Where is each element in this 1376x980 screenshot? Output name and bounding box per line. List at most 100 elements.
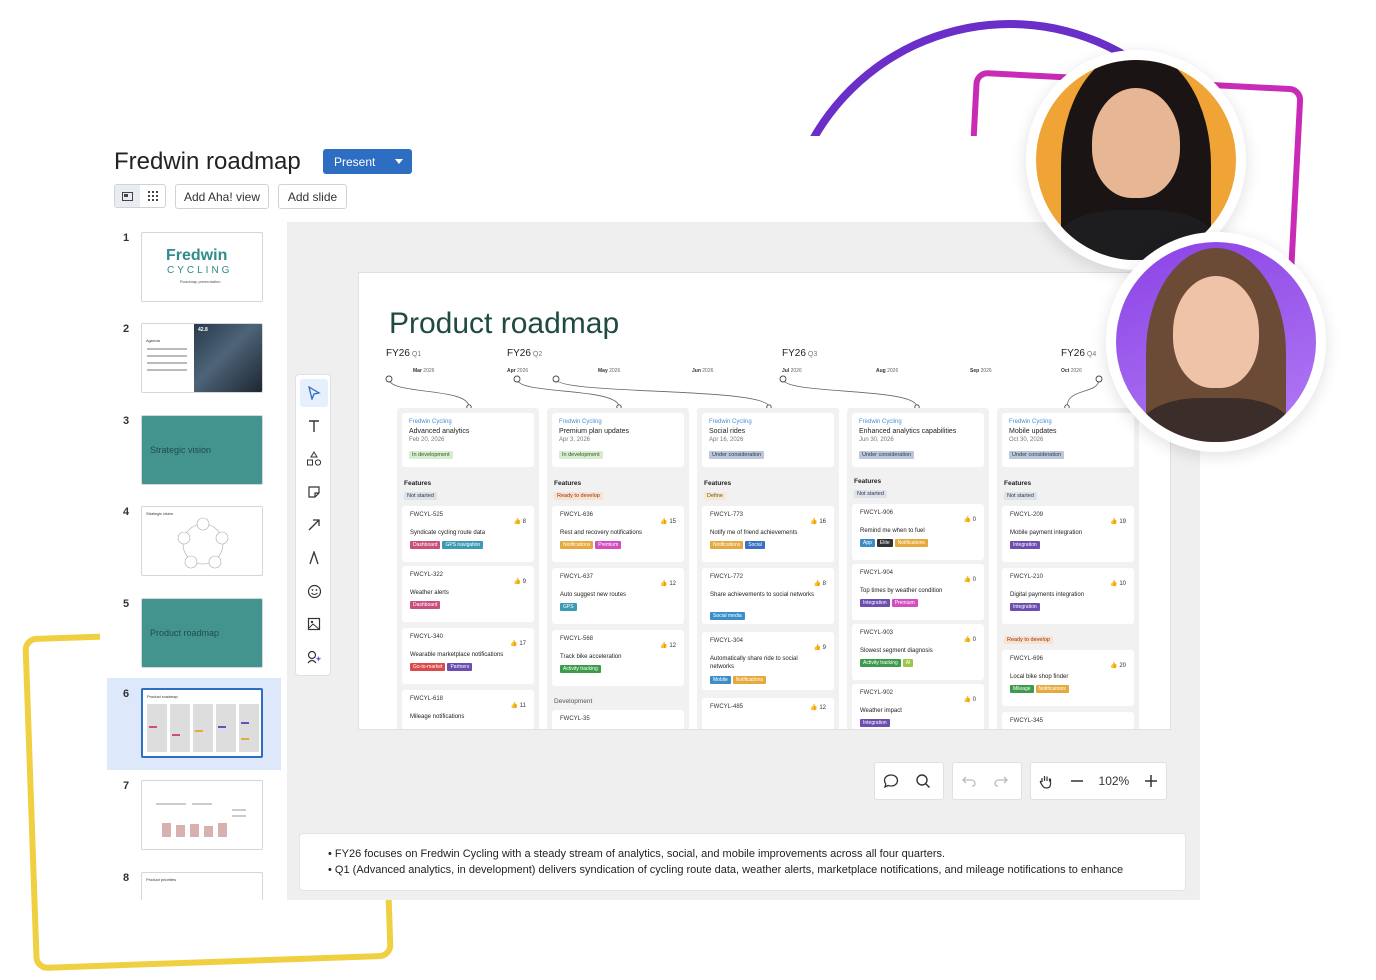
initiative-title: Enhanced analytics capabilities — [859, 428, 957, 435]
feature-id: FWCYL-906 — [860, 510, 894, 516]
grid-view-icon[interactable] — [140, 185, 165, 207]
feature-name: Weather alerts — [410, 590, 449, 596]
feature-card[interactable]: FWCYL-696 👍 20 Local bike shop finder Mi… — [1002, 650, 1134, 706]
thumb-heading: Strategic vision — [146, 511, 174, 516]
feature-score: 👍 12 — [660, 643, 676, 649]
arrow-tool-icon[interactable] — [300, 511, 328, 539]
feature-id: FWCYL-568 — [560, 636, 594, 642]
search-icon[interactable] — [907, 765, 939, 797]
feature-id: FWCYL-210 — [1010, 574, 1044, 580]
speaker-notes[interactable]: FY26 focuses on Fredwin Cycling with a s… — [299, 833, 1186, 891]
feature-card[interactable]: FWCYL-906 👍 0 Remind me when to fuel App… — [852, 504, 984, 560]
feature-score: 👍 12 — [810, 705, 826, 711]
feature-id: FWCYL-304 — [710, 638, 744, 644]
initiative-card[interactable]: Fredwin Cycling Enhanced analytics capab… — [852, 413, 984, 467]
pen-tool-icon[interactable] — [300, 544, 328, 572]
status-badge: In development — [559, 451, 603, 459]
avatar — [1106, 232, 1326, 452]
features-heading: Features — [1004, 480, 1032, 487]
stage: Fredwin roadmap Present Add Aha! view Ad… — [0, 0, 1376, 980]
initiative-card[interactable]: Fredwin Cycling Mobile updates Oct 30, 2… — [1002, 413, 1134, 467]
feature-score: 👍 0 — [963, 517, 976, 523]
feature-card[interactable]: FWCYL-637 👍 12 Auto suggest new routes G… — [552, 568, 684, 624]
initiative-column: Fredwin Cycling Mobile updates Oct 30, 2… — [997, 408, 1139, 729]
tag: Notifications — [732, 676, 766, 684]
chevron-down-icon[interactable] — [395, 159, 403, 164]
feature-card[interactable]: FWCYL-773 👍 16 Notify me of friend achie… — [702, 506, 834, 562]
feature-card[interactable]: FWCYL-304 👍 9 Automatically share ride t… — [702, 632, 834, 690]
features-heading: Features — [704, 480, 732, 487]
image-tool-icon[interactable] — [300, 610, 328, 638]
avatar-face — [1092, 88, 1180, 198]
feature-score: 👍 0 — [963, 637, 976, 643]
initiative-brand: Fredwin Cycling — [409, 419, 452, 425]
shapes-tool-icon[interactable] — [300, 445, 328, 473]
slide-item-5[interactable]: 5 Product roadmap — [107, 588, 281, 680]
redo-icon[interactable] — [985, 765, 1017, 797]
slide-item-6[interactable]: 6 Product roadmap — [107, 678, 281, 770]
slide-item-4[interactable]: 4 Strategic vision — [107, 496, 281, 588]
feature-card[interactable]: FWCYL-340 👍 17 Wearable marketplace noti… — [402, 628, 534, 684]
thumb-heading: Product priorities — [146, 877, 177, 882]
zoom-in-icon[interactable] — [1135, 765, 1166, 797]
add-slide-button[interactable]: Add slide — [278, 184, 347, 209]
emoji-sticker-icon[interactable] — [300, 577, 328, 605]
feature-card[interactable]: FWCYL-345 — [1002, 712, 1134, 729]
feature-card[interactable]: FWCYL-322 👍 9 Weather alerts Dashboard — [402, 566, 534, 622]
initiative-card[interactable]: Fredwin Cycling Premium plan updates Apr… — [552, 413, 684, 467]
quarter-label-q3: FY26 Q3 — [782, 348, 818, 359]
slide-item-8[interactable]: 8 Product priorities — [107, 862, 281, 900]
slide-item-2[interactable]: 2 Agenda 42.8 — [107, 313, 281, 405]
feature-score: 👍 9 — [813, 645, 826, 651]
feature-card[interactable]: FWCYL-904 👍 0 Top times by weather condi… — [852, 564, 984, 620]
features-heading: Features — [854, 478, 882, 485]
feature-id: FWCYL-636 — [560, 512, 594, 518]
slide-thumbnail: Product roadmap — [141, 598, 263, 668]
comment-icon[interactable] — [875, 765, 907, 797]
feature-card[interactable]: FWCYL-772 👍 8 Share achievements to soci… — [702, 568, 834, 624]
initiative-date: Apr 3, 2026 — [559, 437, 591, 443]
status-badge: Under consideration — [709, 451, 765, 459]
feature-card[interactable]: FWCYL-35 — [552, 710, 684, 729]
feature-card[interactable]: FWCYL-485 👍 12 — [702, 698, 834, 729]
zoom-out-icon[interactable] — [1062, 765, 1093, 797]
initiative-card[interactable]: Fredwin Cycling Advanced analytics Feb 2… — [402, 413, 534, 467]
initiative-title: Advanced analytics — [409, 428, 470, 435]
initiative-card[interactable]: Fredwin Cycling Social rides Apr 16, 202… — [702, 413, 834, 467]
feature-card[interactable]: FWCYL-568 👍 12 Track bike acceleration A… — [552, 630, 684, 686]
mini-bar-chart-graphic — [156, 803, 246, 837]
hand-pan-icon[interactable] — [1031, 765, 1062, 797]
sticky-note-icon[interactable] — [300, 478, 328, 506]
feature-card[interactable]: FWCYL-903 👍 0 Slowest segment diagnosis … — [852, 624, 984, 680]
feature-card[interactable]: FWCYL-902 👍 0 Weather impact Integration — [852, 684, 984, 729]
tag: Social media — [710, 612, 745, 620]
feature-card[interactable]: FWCYL-618 👍 11 Mileage notifications — [402, 690, 534, 729]
slide-canvas[interactable]: Product roadmap FY26 Q1 FY26 Q2 FY26 Q3 FY2… — [287, 222, 1200, 900]
slide-thumbnail: Fredwin CYCLING Roadmap presentation — [141, 232, 263, 302]
ai-assist-icon[interactable] — [300, 643, 328, 671]
slide-item-7[interactable]: 7 — [107, 770, 281, 862]
feature-card[interactable]: FWCYL-210 👍 10 Digital payments integrat… — [1002, 568, 1134, 624]
feature-score: 👍 8 — [513, 519, 526, 525]
present-button[interactable]: Present — [323, 149, 412, 174]
quarter-label-q2: FY26 Q2 — [507, 348, 543, 359]
tag: Notifications — [560, 541, 594, 549]
tag: GPS — [560, 603, 577, 611]
feature-card[interactable]: FWCYL-636 👍 15 Rest and recovery notific… — [552, 506, 684, 562]
slide-item-3[interactable]: 3 Strategic vision — [107, 405, 281, 497]
feature-id: FWCYL-637 — [560, 574, 594, 580]
status-badge: Not started — [404, 492, 437, 500]
initiative-column: Fredwin Cycling Enhanced analytics capab… — [847, 408, 989, 729]
feature-card[interactable]: FWCYL-525 👍 8 Syndicate cycling route da… — [402, 506, 534, 562]
status-badge: In development — [409, 451, 453, 459]
add-aha-view-button[interactable]: Add Aha! view — [175, 184, 269, 209]
feature-card[interactable]: FWCYL-209 👍 19 Mobile payment integratio… — [1002, 506, 1134, 562]
text-tool-icon[interactable] — [300, 412, 328, 440]
roadmap-slide[interactable]: Product roadmap FY26 Q1 FY26 Q2 FY26 Q3 FY2… — [358, 272, 1171, 730]
single-view-icon[interactable] — [115, 185, 140, 207]
tag: Activity tracking — [860, 659, 901, 667]
slide-item-1[interactable]: 1 Fredwin CYCLING Roadmap presentation — [107, 222, 281, 314]
select-cursor-icon[interactable] — [300, 379, 328, 407]
undo-icon[interactable] — [953, 765, 985, 797]
zoom-controls: 102% — [1030, 762, 1167, 800]
